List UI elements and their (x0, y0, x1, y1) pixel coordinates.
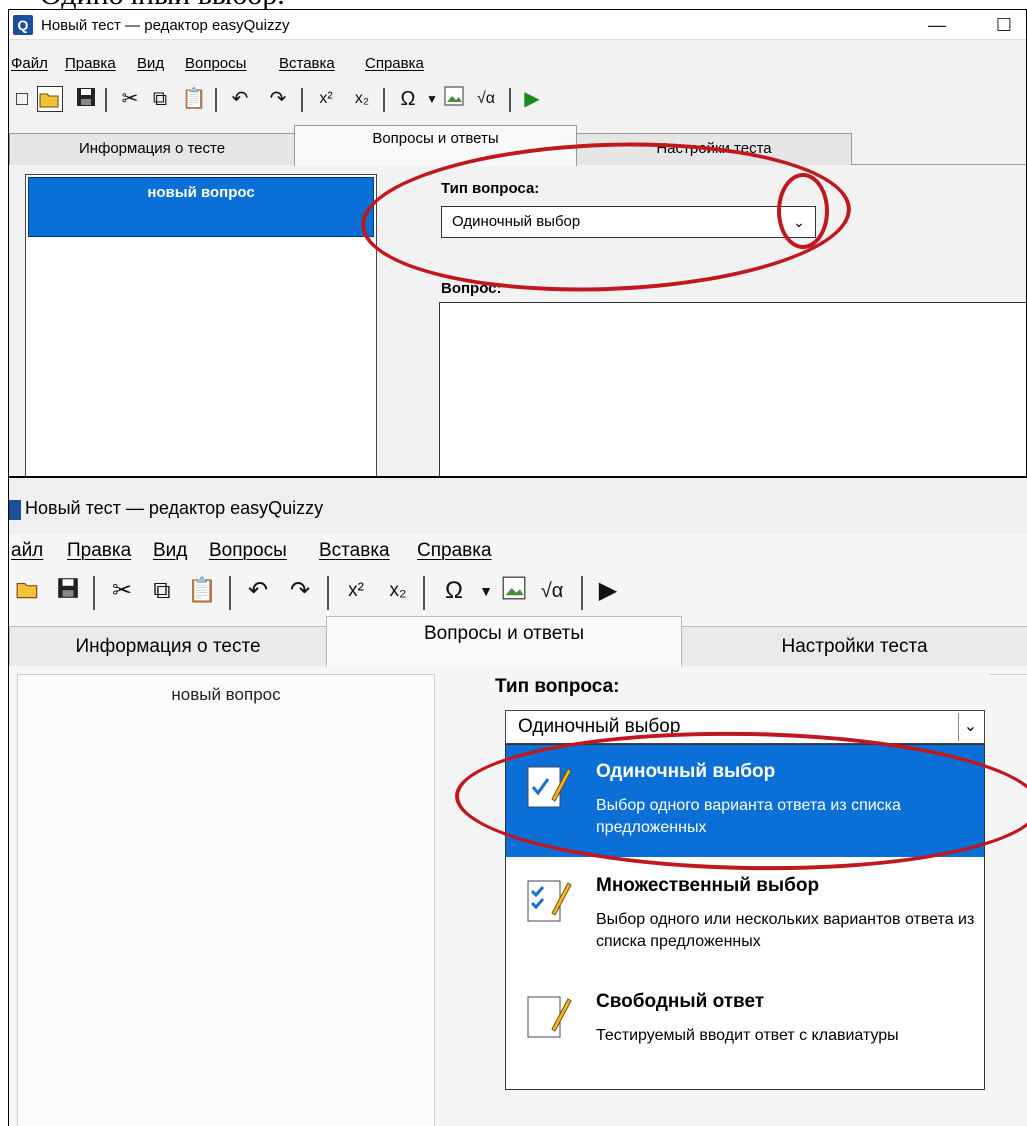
question-text-area-edge (989, 674, 1027, 804)
insert-image-icon[interactable] (441, 86, 467, 112)
menu-view[interactable]: Вид (153, 540, 187, 562)
window-title: Новый тест — редактор easyQuizzy (25, 498, 324, 518)
question-type-label: Тип вопроса: (495, 676, 620, 697)
app-icon (9, 500, 21, 520)
insert-image-icon[interactable] (499, 576, 529, 606)
tab-test-settings[interactable]: Настройки теста (576, 133, 852, 165)
option-description: Тестируемый вводит ответ с клавиатуры (596, 1027, 899, 1044)
title-bar: Q Новый тест — редактор easyQuizzy — ☐ (9, 10, 1026, 40)
copy-icon[interactable]: ⧉ (147, 86, 173, 112)
question-text-label: Вопрос: (441, 280, 502, 297)
question-list: новый вопрос (25, 174, 377, 476)
option-title: Множественный выбор (596, 875, 820, 896)
option-title: Одиночный выбор (596, 761, 776, 782)
superscript-icon[interactable]: x² (341, 576, 371, 606)
dropdown-option-single-choice[interactable]: Одиночный выбор Выбор одного варианта от… (506, 745, 984, 857)
question-type-dropdown: Одиночный выбор Выбор одного варианта от… (505, 744, 985, 1090)
save-icon[interactable] (53, 576, 83, 606)
caption-text: Одиночный выбор. (40, 0, 285, 9)
caption-strip: Одиночный выбор. (0, 0, 1027, 9)
toolbar: ✂ ⧉ 📋 ↶ ↷ x² x₂ Ω ▼ √α ▶ (9, 570, 1027, 616)
menu-insert[interactable]: Вставка (279, 55, 335, 72)
app-icon: Q (13, 15, 33, 35)
tab-questions-answers[interactable]: Вопросы и ответы (326, 616, 682, 667)
undo-icon[interactable]: ↶ (227, 86, 253, 112)
chevron-down-icon[interactable]: ⌄ (958, 713, 982, 741)
omega-symbol-icon[interactable]: Ω (395, 86, 421, 112)
superscript-icon[interactable]: x² (313, 86, 339, 112)
cut-icon[interactable]: ✂ (117, 86, 143, 112)
tab-questions-answers[interactable]: Вопросы и ответы (294, 125, 577, 166)
open-folder-icon[interactable] (37, 86, 63, 112)
run-test-icon[interactable]: ▶ (519, 86, 545, 112)
multiple-choice-icon (524, 875, 572, 927)
question-type-value: Одиночный выбор (518, 716, 681, 737)
paste-icon[interactable]: 📋 (181, 86, 207, 112)
menu-view[interactable]: Вид (137, 55, 164, 72)
menu-file[interactable]: Файл (11, 55, 48, 72)
tab-test-settings[interactable]: Настройки теста (681, 626, 1027, 666)
menu-edit[interactable]: Правка (67, 540, 131, 562)
menu-bar: айл Правка Вид Вопросы Вставка Справка (9, 534, 1027, 568)
dropdown-option-free-answer[interactable]: Свободный ответ Тестируемый вводит ответ… (506, 975, 984, 1087)
redo-icon[interactable]: ↷ (265, 86, 291, 112)
new-document-icon[interactable]: □ (9, 86, 35, 112)
menu-file[interactable]: айл (11, 540, 43, 562)
question-type-select[interactable]: Одиночный выбор ⌄ (441, 206, 816, 238)
question-type-label: Тип вопроса: (441, 180, 540, 197)
chevron-down-icon[interactable]: ⌄ (789, 211, 809, 233)
subscript-icon[interactable]: x₂ (383, 576, 413, 606)
maximize-button[interactable]: ☐ (984, 12, 1024, 38)
save-icon[interactable] (73, 86, 99, 112)
menu-questions[interactable]: Вопросы (185, 55, 246, 72)
tab-bar: Информация о тесте Вопросы и ответы Наст… (9, 125, 1026, 166)
paste-icon[interactable]: 📋 (187, 576, 217, 606)
dropdown-option-multiple-choice[interactable]: Множественный выбор Выбор одного или нес… (506, 859, 984, 971)
menu-edit[interactable]: Правка (65, 55, 116, 72)
option-description: Выбор одного или нескольких вариантов от… (596, 911, 975, 950)
list-item[interactable]: новый вопрос (18, 685, 434, 705)
tab-bar: Информация о тесте Вопросы и ответы Наст… (9, 616, 1027, 667)
minimize-button[interactable]: — (917, 12, 957, 38)
run-test-icon[interactable]: ▶ (593, 576, 623, 606)
title-bar: Новый тест — редактор easyQuizzy (9, 478, 1027, 534)
formula-icon[interactable]: √α (473, 86, 499, 112)
chevron-down-icon[interactable]: ▼ (471, 576, 501, 606)
menu-insert[interactable]: Вставка (319, 540, 390, 562)
open-folder-icon[interactable] (13, 576, 43, 606)
formula-icon[interactable]: √α (537, 576, 567, 606)
question-list: новый вопрос (17, 674, 435, 1126)
menu-help[interactable]: Справка (365, 55, 424, 72)
menu-bar: Файл Правка Вид Вопросы Вставка Справка (9, 50, 1026, 76)
undo-icon[interactable]: ↶ (243, 576, 273, 606)
copy-icon[interactable]: ⧉ (147, 576, 177, 606)
question-text-area[interactable] (439, 302, 1026, 476)
menu-help[interactable]: Справка (417, 540, 492, 562)
option-description: Выбор одного варианта ответа из списка п… (596, 797, 901, 836)
subscript-icon[interactable]: x₂ (349, 86, 375, 112)
free-answer-icon (524, 991, 572, 1043)
screenshot-panel-bottom: Новый тест — редактор easyQuizzy айл Пра… (8, 477, 1027, 1126)
tab-test-info[interactable]: Информация о тесте (9, 133, 295, 165)
redo-icon[interactable]: ↷ (285, 576, 315, 606)
window-title: Новый тест — редактор easyQuizzy (41, 17, 290, 34)
screenshot-panel-top: Q Новый тест — редактор easyQuizzy — ☐ Ф… (8, 9, 1027, 477)
cut-icon[interactable]: ✂ (107, 576, 137, 606)
menu-questions[interactable]: Вопросы (209, 540, 287, 562)
single-choice-icon (524, 761, 572, 813)
option-title: Свободный ответ (596, 991, 765, 1012)
question-type-select[interactable]: Одиночный выбор ⌄ (505, 710, 985, 744)
omega-symbol-icon[interactable]: Ω (439, 576, 469, 606)
toolbar: □ ✂ ⧉ 📋 ↶ ↷ x² x₂ Ω ▼ √α ▶ (9, 82, 1026, 118)
question-type-value: Одиночный выбор (452, 213, 581, 230)
list-item-selected[interactable]: новый вопрос (28, 177, 374, 237)
tab-test-info[interactable]: Информация о тесте (9, 626, 327, 666)
